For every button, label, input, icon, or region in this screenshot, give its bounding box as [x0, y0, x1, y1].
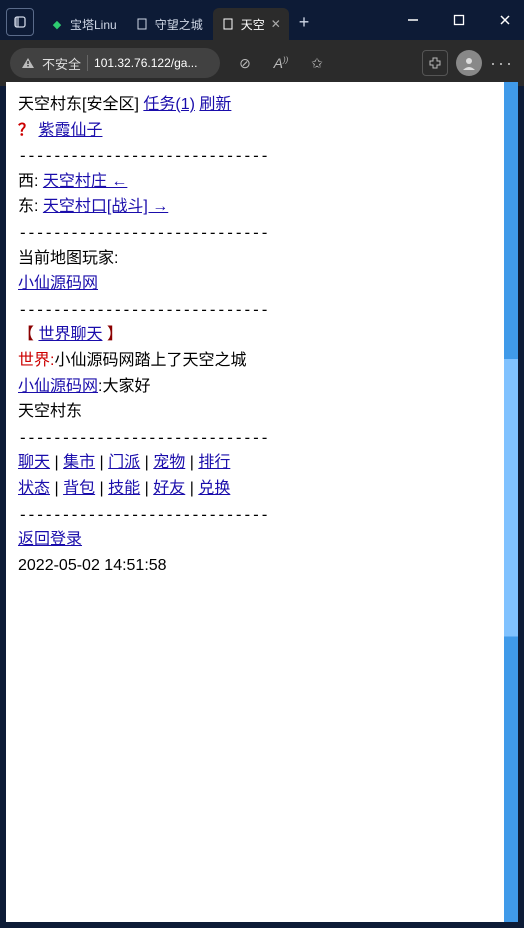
chat-user-message: :大家好	[98, 378, 150, 395]
east-link[interactable]: 天空村口[战斗] →	[43, 198, 168, 215]
tab-shouwang[interactable]: 守望之城	[127, 8, 211, 40]
menu-status[interactable]: 状态	[18, 480, 50, 497]
menu-rank[interactable]: 排行	[198, 454, 230, 471]
page-icon	[221, 17, 235, 31]
page-viewport: 天空村东[安全区] 任务(1) 刷新 ？ 紫霞仙子 --------------…	[6, 82, 518, 922]
profile-avatar[interactable]	[456, 50, 482, 76]
extensions-button[interactable]	[422, 50, 448, 76]
menu-exchange[interactable]: 兑换	[198, 480, 230, 497]
menu-friend[interactable]: 好友	[153, 480, 185, 497]
favorite-icon[interactable]: ✩	[306, 55, 328, 72]
window-minimize-button[interactable]	[404, 11, 422, 29]
tab-label: 宝塔Linu	[70, 16, 117, 33]
logout-link[interactable]: 返回登录	[18, 531, 82, 548]
refresh-link[interactable]: 刷新	[199, 96, 231, 113]
task-link[interactable]: 任务(1)	[143, 96, 195, 113]
more-menu-button[interactable]: ···	[490, 53, 514, 74]
tab-label: 守望之城	[155, 16, 203, 33]
new-tab-button[interactable]: +	[291, 12, 318, 33]
chat-echo: 天空村东	[18, 399, 492, 425]
question-icon: ？	[18, 122, 34, 139]
address-bar[interactable]: 不安全 101.32.76.122/ga...	[10, 48, 220, 78]
security-label: 不安全	[42, 54, 81, 73]
menu-bag[interactable]: 背包	[63, 480, 95, 497]
divider: -----------------------------	[18, 502, 492, 528]
location-name: 天空村东[安全区]	[18, 96, 139, 113]
tab-tiankong[interactable]: 天空 ✕	[213, 8, 289, 40]
tab-label: 天空	[241, 16, 265, 33]
menu-row-2: 状态 | 背包 | 技能 | 好友 | 兑换	[18, 476, 492, 502]
divider: -----------------------------	[18, 143, 492, 169]
menu-skill[interactable]: 技能	[108, 480, 140, 497]
close-icon[interactable]: ✕	[271, 17, 281, 31]
read-aloud-icon[interactable]: A))	[270, 55, 292, 71]
window-maximize-button[interactable]	[450, 11, 468, 29]
west-label: 西:	[18, 173, 38, 190]
menu-row-1: 聊天 | 集市 | 门派 | 宠物 | 排行	[18, 450, 492, 476]
east-label: 东:	[18, 198, 38, 215]
page-icon	[135, 17, 149, 31]
tab-baota[interactable]: ◆ 宝塔Linu	[42, 8, 125, 40]
chat-header-bracket-right: 】	[102, 326, 122, 343]
tab-actions-button[interactable]	[6, 8, 34, 36]
shield-green-icon: ◆	[50, 17, 64, 31]
key-icon[interactable]: ⊘	[234, 55, 256, 72]
warning-triangle-icon	[20, 55, 36, 71]
divider: -----------------------------	[18, 425, 492, 451]
menu-sect[interactable]: 门派	[108, 454, 140, 471]
npc-link[interactable]: 紫霞仙子	[38, 122, 102, 139]
window-close-button[interactable]	[496, 11, 514, 29]
game-page: 天空村东[安全区] 任务(1) 刷新 ？ 紫霞仙子 --------------…	[6, 82, 504, 922]
chat-user-link[interactable]: 小仙源码网	[18, 378, 98, 395]
side-strip	[504, 82, 518, 922]
menu-market[interactable]: 集市	[63, 454, 95, 471]
timestamp: 2022-05-02 14:51:58	[18, 553, 492, 579]
world-chat-link[interactable]: 世界聊天	[38, 326, 102, 343]
west-link[interactable]: 天空村庄 ←	[43, 173, 127, 190]
menu-chat[interactable]: 聊天	[18, 454, 50, 471]
address-action-icons: ⊘ A)) ✩	[234, 55, 328, 72]
world-prefix: 世界:	[18, 352, 54, 369]
divider: -----------------------------	[18, 220, 492, 246]
players-header: 当前地图玩家:	[18, 246, 492, 272]
world-message: 小仙源码网踏上了天空之城	[54, 352, 246, 369]
url-text: 101.32.76.122/ga...	[94, 56, 210, 70]
separator	[87, 55, 88, 71]
player-link[interactable]: 小仙源码网	[18, 275, 98, 292]
divider: -----------------------------	[18, 297, 492, 323]
address-row: 不安全 101.32.76.122/ga... ⊘ A)) ✩ ···	[0, 40, 524, 86]
chat-header-bracket-left: 【	[18, 326, 38, 343]
menu-pet[interactable]: 宠物	[153, 454, 185, 471]
